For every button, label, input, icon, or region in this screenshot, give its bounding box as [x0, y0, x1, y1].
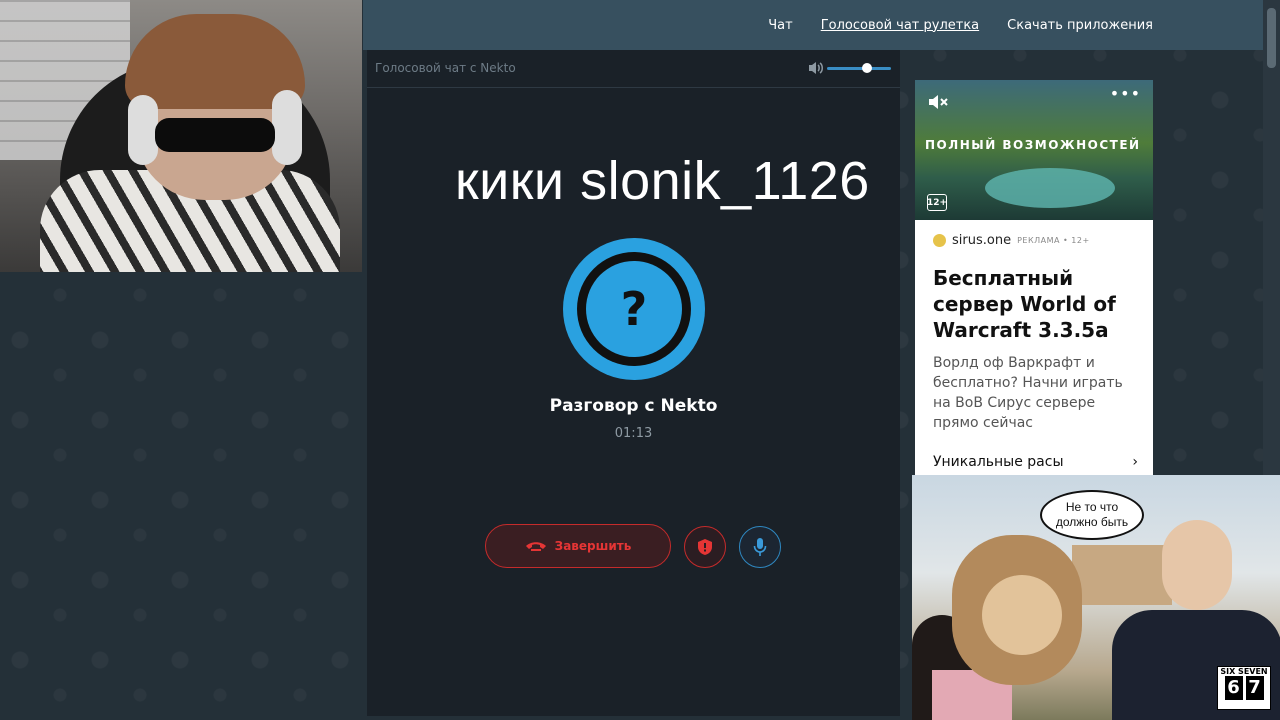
headphone-right	[272, 90, 302, 165]
nav-link-download-apps[interactable]: Скачать приложения	[1007, 18, 1153, 33]
question-mark-icon: ?	[620, 282, 648, 336]
ad-image[interactable]: ••• ПОЛНЫЙ ВОЗМОЖНОСТЕЙ 12+	[915, 80, 1153, 220]
ad-label: РЕКЛАМА • 12+	[1017, 236, 1090, 245]
six-seven-badge-title: SIX SEVEN	[1220, 667, 1268, 676]
sunglasses	[155, 118, 275, 152]
headphone-left	[128, 95, 158, 165]
nav-link-voice-roulette[interactable]: Голосовой чат рулетка	[821, 18, 979, 33]
ad-feature-link-label: Уникальные расы	[933, 454, 1064, 470]
volume-slider-handle[interactable]	[862, 63, 872, 73]
speech-bubble: Не то что должно быть	[1040, 490, 1144, 540]
report-button[interactable]	[684, 526, 726, 568]
ad-headline[interactable]: Бесплатный сервер World of Warcraft 3.3.…	[933, 265, 1138, 343]
chevron-right-icon: ›	[1132, 454, 1138, 470]
ad-source: sirus.one РЕКЛАМА • 12+	[933, 233, 1090, 248]
ad-card[interactable]: ••• ПОЛНЫЙ ВОЗМОЖНОСТЕЙ 12+ sirus.one РЕ…	[915, 80, 1153, 475]
panel-title: Голосовой чат с Nekto	[375, 61, 516, 75]
badge-digit-7: 7	[1245, 676, 1264, 700]
partner-avatar: ?	[563, 238, 705, 380]
age-rating-badge: 12+	[927, 194, 947, 211]
ad-image-caption: ПОЛНЫЙ ВОЗМОЖНОСТЕЙ	[925, 138, 1141, 152]
microphone-icon	[753, 538, 767, 556]
end-call-button[interactable]: Завершить	[485, 524, 671, 568]
six-seven-badge: SIX SEVEN 6 7	[1217, 666, 1271, 710]
more-options-icon[interactable]: •••	[1110, 84, 1141, 103]
meme-dog-face	[982, 575, 1062, 655]
hangup-phone-icon	[525, 542, 546, 551]
badge-digit-6: 6	[1224, 676, 1243, 700]
advertiser-logo-icon	[933, 234, 946, 247]
top-nav: Чат Голосовой чат рулетка Скачать прилож…	[363, 0, 1263, 50]
mute-icon[interactable]	[927, 92, 949, 112]
volume-slider[interactable]	[827, 67, 891, 70]
speech-line-2: должно быть	[1055, 515, 1129, 529]
panel-header: Голосовой чат с Nekto	[367, 50, 900, 88]
call-title: Разговор с Nekto	[549, 396, 718, 416]
scrollbar-thumb[interactable]	[1267, 8, 1276, 68]
meme-face	[1162, 520, 1232, 610]
call-timer: 01:13	[614, 426, 653, 441]
ad-image-lake	[985, 168, 1115, 208]
microphone-button[interactable]	[739, 526, 781, 568]
ad-domain[interactable]: sirus.one	[952, 233, 1011, 248]
speech-line-1: Не то что	[1065, 500, 1119, 514]
ad-description: Ворлд оф Варкрафт и бесплатно? Начни игр…	[933, 355, 1123, 431]
ad-feature-link[interactable]: Уникальные расы ›	[933, 454, 1138, 470]
webcam-video	[0, 0, 362, 272]
shield-icon	[698, 539, 712, 555]
stream-overlay-text: кики slonik_1126	[455, 151, 870, 211]
nav-link-chat[interactable]: Чат	[768, 18, 792, 33]
end-call-label: Завершить	[554, 539, 632, 553]
volume-icon[interactable]	[807, 60, 825, 76]
